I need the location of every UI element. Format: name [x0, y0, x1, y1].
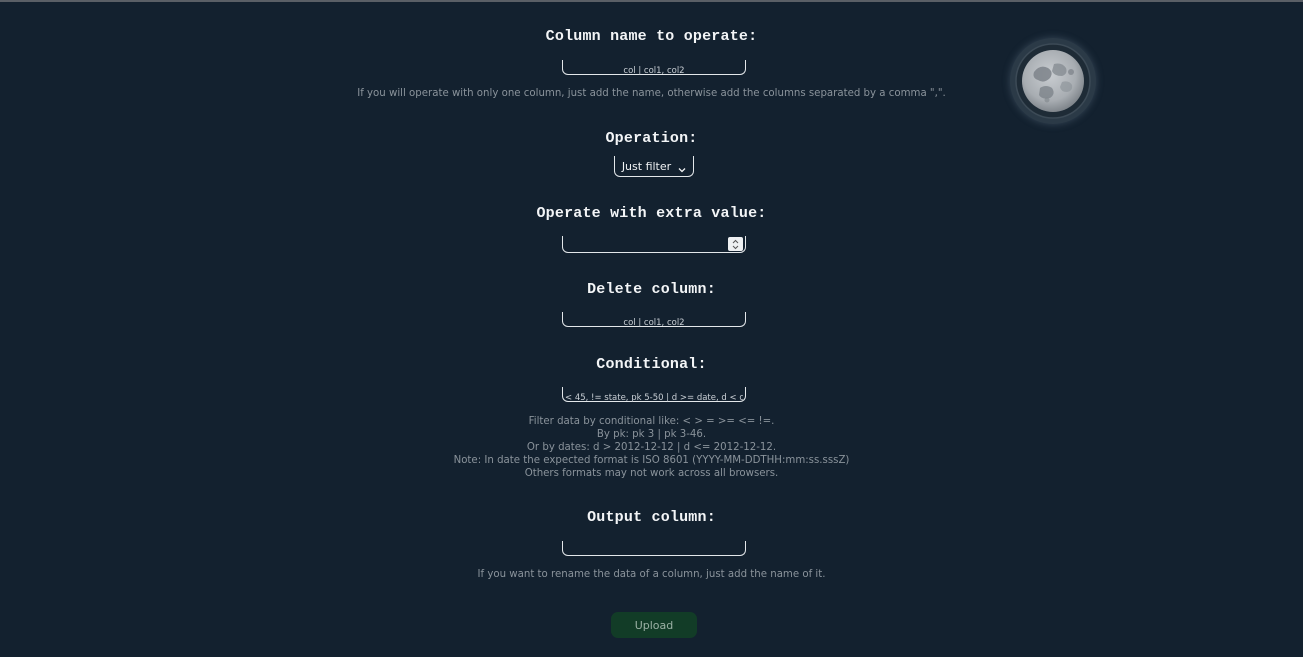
operation-form: Column name to operate: If you will oper… [0, 0, 1303, 657]
delete-column-input[interactable] [563, 316, 745, 330]
delete-column-field [562, 312, 746, 330]
conditional-help-line: Note: In date the expected format is ISO… [453, 455, 850, 466]
operation-select[interactable]: Just filter [614, 156, 694, 177]
conditional-help-line: By pk: pk 3 | pk 3-46. [596, 429, 707, 440]
column-to-operate-field [562, 60, 746, 78]
output-column-input[interactable] [563, 545, 745, 559]
extra-value-input[interactable] [563, 239, 745, 255]
operation-label: Operation: [605, 130, 698, 147]
column-to-operate-help: If you will operate with only one column… [357, 88, 946, 99]
output-column-field [562, 541, 746, 559]
conditional-help-line: Filter data by conditional like: < > = >… [528, 416, 775, 427]
conditional-label: Conditional: [596, 356, 707, 373]
moon-icon [1015, 43, 1091, 119]
extra-value-label: Operate with extra value: [536, 205, 767, 222]
chevron-down-icon [678, 161, 686, 173]
upload-button[interactable]: Upload [611, 612, 697, 638]
column-to-operate-input[interactable] [563, 64, 745, 78]
delete-column-label: Delete column: [587, 281, 716, 298]
theme-toggle-button[interactable] [1010, 38, 1096, 124]
column-to-operate-label: Column name to operate: [545, 28, 758, 45]
conditional-input[interactable] [563, 391, 745, 405]
conditional-help-line: Or by dates: d > 2012-12-12 | d <= 2012-… [526, 442, 777, 453]
extra-value-field [562, 236, 746, 255]
operation-select-value: Just filter [621, 159, 672, 173]
spinner-arrows-icon [732, 239, 739, 249]
number-spinner[interactable] [728, 237, 743, 251]
output-column-help: If you want to rename the data of a colu… [477, 569, 826, 580]
conditional-help: Filter data by conditional like: < > = >… [0, 415, 1303, 480]
conditional-field [562, 387, 746, 405]
conditional-help-line: Others formats may not work across all b… [524, 468, 779, 479]
output-column-label: Output column: [587, 509, 716, 526]
